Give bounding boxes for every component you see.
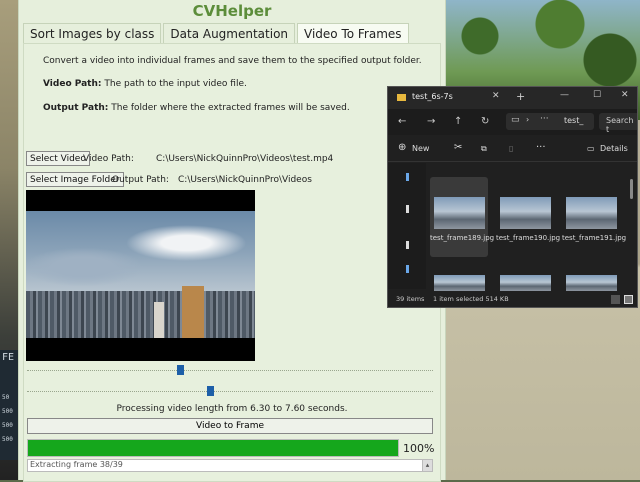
details-button[interactable]: Details — [600, 144, 628, 153]
details-view-icon[interactable] — [611, 295, 620, 304]
address-text: test_ — [564, 116, 584, 125]
navigation-pane[interactable] — [388, 163, 426, 289]
image-thumbnail — [566, 275, 617, 291]
progress-percent: 100% — [403, 442, 435, 455]
select-video-button[interactable]: Select Video — [26, 151, 90, 166]
video-path-heading: Video Path: — [43, 79, 102, 89]
image-thumbnail — [500, 197, 551, 229]
video-building — [154, 302, 164, 338]
file-item[interactable] — [496, 261, 554, 291]
more-options-icon[interactable]: ··· — [536, 142, 546, 153]
video-path-help: Video Path: The path to the input video … — [43, 79, 247, 89]
log-box[interactable]: Extracting frame 38/39 ▴ — [27, 459, 433, 472]
nav-item-icon[interactable] — [406, 241, 409, 249]
output-path-help-text: The folder where the extracted frames wi… — [111, 103, 350, 113]
cvhelper-window: CVHelper Sort Images by class Data Augme… — [18, 0, 446, 482]
image-thumbnail — [500, 275, 551, 291]
nav-pin-icon[interactable] — [406, 173, 409, 181]
video-city — [26, 291, 255, 338]
nav-item-icon[interactable] — [406, 265, 409, 273]
image-thumbnail — [566, 197, 617, 229]
end-time-slider[interactable] — [27, 386, 433, 400]
cut-icon[interactable]: ✂ — [454, 142, 462, 153]
log-scroll-arrow-icon[interactable]: ▴ — [422, 460, 432, 471]
file-name: test_frame189.jpg — [430, 234, 495, 242]
app-title: CVHelper — [192, 2, 272, 20]
new-tab-icon[interactable]: + — [516, 90, 525, 103]
file-item[interactable] — [430, 261, 488, 291]
close-tab-icon[interactable]: ✕ — [492, 91, 500, 101]
up-arrow-icon[interactable]: ↑ — [454, 116, 462, 127]
item-count: 39 items — [396, 295, 425, 303]
paste-icon[interactable]: ▯ — [509, 144, 513, 153]
back-arrow-icon[interactable]: ← — [398, 116, 406, 127]
large-icons-view-icon[interactable] — [624, 295, 633, 304]
video-sky — [26, 211, 255, 291]
tab-bar: Sort Images by class Data Augmentation V… — [23, 23, 411, 44]
close-icon[interactable]: ✕ — [621, 90, 629, 100]
details-icon: ▭ — [587, 144, 595, 153]
start-time-slider[interactable] — [27, 365, 433, 379]
tab-video-to-frames[interactable]: Video To Frames — [297, 23, 409, 44]
output-path-heading: Output Path: — [43, 103, 109, 113]
video-preview — [26, 190, 255, 361]
file-item[interactable]: test_frame189.jpg — [430, 177, 495, 257]
image-thumbnail — [434, 197, 485, 229]
video-path-label: Video Path: — [83, 154, 134, 164]
file-explorer-window: test_6s-7s ✕ + — ☐ ✕ ← → ↑ ↻ ▭ › ··· tes… — [387, 86, 638, 308]
tab-data-augmentation[interactable]: Data Augmentation — [163, 23, 296, 44]
search-text: Search t — [606, 116, 634, 134]
description-text: Convert a video into individual frames a… — [43, 56, 422, 66]
start-slider-thumb[interactable] — [177, 365, 184, 375]
forward-arrow-icon[interactable]: → — [427, 116, 435, 127]
refresh-icon[interactable]: ↻ — [481, 116, 489, 127]
output-path-value: C:\Users\NickQuinnPro\Videos — [178, 175, 312, 185]
log-text: Extracting frame 38/39 — [30, 460, 123, 469]
progress-fill — [28, 440, 398, 456]
explorer-tab-title[interactable]: test_6s-7s — [412, 92, 453, 101]
search-box[interactable]: Search t — [599, 113, 637, 134]
file-grid: test_frame189.jpg test_frame190.jpg test… — [428, 163, 628, 291]
select-image-folder-button[interactable]: Select Image Folder — [26, 172, 124, 187]
output-path-label: Output Path: — [112, 175, 169, 185]
video-path-value: C:\Users\NickQuinnPro\Videos\test.mp4 — [156, 154, 334, 164]
maximize-icon[interactable]: ☐ — [593, 90, 601, 100]
end-slider-thumb[interactable] — [207, 386, 214, 396]
progress-bar — [27, 439, 399, 457]
tab-sort-images[interactable]: Sort Images by class — [23, 23, 162, 44]
image-thumbnail — [434, 275, 485, 291]
selection-info: 1 item selected 514 KB — [433, 295, 509, 303]
minimize-icon[interactable]: — — [560, 90, 569, 100]
monitor-icon: ▭ — [511, 115, 520, 125]
explorer-toolbar: ⊕ New ✂ ⧉ ▯ ··· ▭ Details — [388, 139, 637, 162]
file-item[interactable]: test_frame191.jpg — [562, 177, 627, 257]
file-name: test_frame190.jpg — [496, 234, 561, 242]
folder-icon — [397, 94, 406, 101]
file-name: test_frame191.jpg — [562, 234, 627, 242]
explorer-scrollbar[interactable] — [630, 179, 633, 199]
explorer-titlebar: test_6s-7s ✕ + — ☐ ✕ — [388, 87, 637, 109]
status-text: Processing video length from 6.30 to 7.6… — [116, 404, 348, 414]
video-to-frame-button[interactable]: Video to Frame — [27, 418, 433, 434]
more-path-icon[interactable]: ··· — [540, 114, 549, 124]
new-plus-icon: ⊕ — [398, 142, 407, 153]
copy-icon[interactable]: ⧉ — [481, 144, 487, 154]
explorer-statusbar: 39 items 1 item selected 514 KB — [388, 293, 637, 307]
explorer-navbar: ← → ↑ ↻ ▭ › ··· test_ Search t — [388, 109, 637, 135]
output-path-help: Output Path: The folder where the extrac… — [43, 103, 350, 113]
video-path-help-text: The path to the input video file. — [104, 79, 247, 89]
chevron-right-icon: › — [526, 115, 530, 124]
nav-item-icon[interactable] — [406, 205, 409, 213]
address-bar[interactable]: ▭ › ··· test_ — [506, 113, 594, 130]
video-tower — [182, 286, 204, 338]
new-button[interactable]: New — [412, 144, 429, 153]
file-item[interactable] — [562, 261, 620, 291]
file-item[interactable]: test_frame190.jpg — [496, 177, 561, 257]
